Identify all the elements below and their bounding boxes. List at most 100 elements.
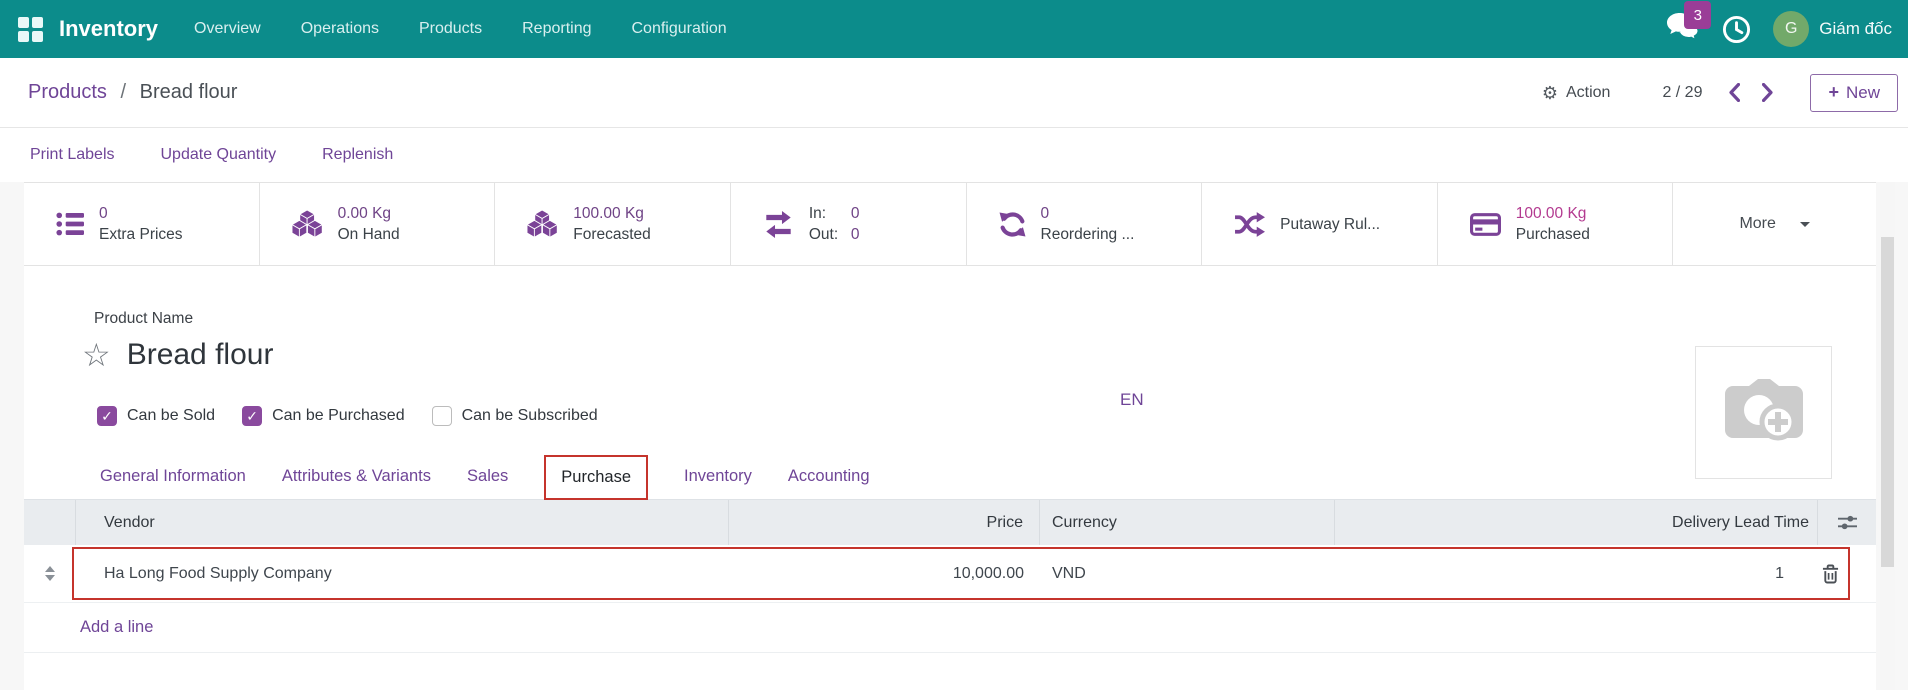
pager-count: 2 / 29	[1662, 84, 1702, 102]
header-currency[interactable]: Currency	[1040, 500, 1335, 545]
camera-plus-icon	[1720, 378, 1808, 448]
stat-on-hand[interactable]: 0.00 Kg On Hand	[260, 183, 496, 265]
cell-vendor[interactable]: Ha Long Food Supply Company	[76, 545, 729, 602]
content-area: 0 Extra Prices 0.00 Kg On Hand	[0, 182, 1908, 690]
header-vendor[interactable]: Vendor	[76, 500, 729, 545]
stat-putaway-rules[interactable]: Putaway Rul...	[1202, 183, 1438, 265]
control-panel: Products / Bread flour ⚙ Action 2 / 29 N…	[0, 58, 1908, 128]
checkbox-checked-icon	[242, 406, 262, 426]
shuffle-icon	[1234, 212, 1265, 237]
more-button[interactable]: More	[1673, 183, 1876, 265]
row-handle-cell	[24, 545, 76, 602]
topbar-menu: Overview Operations Products Reporting C…	[194, 20, 727, 38]
activities-button[interactable]	[1722, 15, 1751, 44]
tab-accounting[interactable]: Accounting	[788, 467, 870, 486]
menu-configuration[interactable]: Configuration	[632, 20, 727, 38]
checkbox-checked-icon	[97, 406, 117, 426]
vendor-table-row[interactable]: Ha Long Food Supply Company 10,000.00 VN…	[24, 545, 1876, 603]
scrollbar-thumb[interactable]	[1881, 237, 1894, 567]
exchange-arrows-icon	[763, 211, 794, 238]
breadcrumb-separator: /	[121, 81, 127, 103]
form-button-row: Print Labels Update Quantity Replenish	[0, 128, 1908, 182]
product-name-row: ☆ Bread flour	[82, 338, 1876, 372]
product-name-label: Product Name	[94, 310, 1876, 328]
refresh-icon	[999, 211, 1026, 238]
stat-purchased[interactable]: 100.00 Kg Purchased	[1438, 183, 1674, 265]
apps-grid-icon[interactable]	[18, 17, 43, 42]
breadcrumb-products-link[interactable]: Products	[28, 81, 107, 103]
favorite-star-icon[interactable]: ☆	[82, 339, 111, 371]
cubes-icon	[292, 210, 323, 238]
plus-icon	[1828, 83, 1846, 103]
update-quantity-button[interactable]: Update Quantity	[161, 146, 277, 164]
checkbox-can-be-subscribed[interactable]: Can be Subscribed	[432, 406, 598, 426]
new-button[interactable]: New	[1810, 74, 1898, 112]
chevron-left-icon[interactable]	[1728, 83, 1740, 102]
topbar-right: 3 G Giám đốc	[1666, 11, 1898, 47]
stat-forecasted[interactable]: 100.00 Kg Forecasted	[495, 183, 731, 265]
form-body: Product Name ☆ Bread flour EN Can be S	[24, 310, 1876, 653]
vendor-table-header: Vendor Price Currency Delivery Lead Time	[24, 500, 1876, 545]
tab-general-information[interactable]: General Information	[100, 467, 246, 486]
control-panel-right: ⚙ Action 2 / 29 New	[1542, 74, 1898, 112]
translation-language-tag[interactable]: EN	[1120, 390, 1144, 410]
stat-extra-prices[interactable]: 0 Extra Prices	[24, 183, 260, 265]
messages-count-badge: 3	[1684, 1, 1711, 29]
tab-attributes-variants[interactable]: Attributes & Variants	[282, 467, 431, 486]
notebook-tabs: General Information Attributes & Variant…	[24, 454, 1876, 500]
capability-checkboxes: Can be Sold Can be Purchased Can be Subs…	[97, 406, 1876, 426]
tab-inventory[interactable]: Inventory	[684, 467, 752, 486]
checkbox-can-be-sold[interactable]: Can be Sold	[97, 406, 215, 426]
pager	[1728, 83, 1774, 102]
product-name-value[interactable]: Bread flour	[127, 338, 274, 372]
cell-delivery-lead-time[interactable]: 1	[1335, 545, 1818, 602]
trash-icon	[1822, 564, 1839, 584]
drag-handle-icon[interactable]	[24, 566, 76, 581]
action-label: Action	[1566, 84, 1610, 102]
add-a-line-button[interactable]: Add a line	[80, 618, 153, 637]
avatar: G	[1773, 11, 1809, 47]
menu-operations[interactable]: Operations	[301, 20, 379, 38]
add-line-row: Add a line	[24, 603, 1876, 653]
header-price[interactable]: Price	[729, 500, 1040, 545]
cubes-icon	[527, 210, 558, 238]
action-menu-button[interactable]: ⚙ Action	[1542, 84, 1611, 102]
clock-icon	[1722, 15, 1751, 44]
replenish-button[interactable]: Replenish	[322, 146, 393, 164]
user-menu[interactable]: G Giám đốc	[1773, 11, 1892, 47]
scrollbar[interactable]	[1880, 182, 1895, 690]
user-name: Giám đốc	[1819, 19, 1892, 39]
checkbox-can-be-purchased[interactable]: Can be Purchased	[242, 406, 405, 426]
breadcrumb: Products / Bread flour	[28, 81, 237, 104]
stat-in-out[interactable]: In:0 Out:0	[731, 183, 967, 265]
cell-currency[interactable]: VND	[1040, 545, 1335, 602]
chevron-right-icon[interactable]	[1762, 83, 1774, 102]
header-delivery-lead-time[interactable]: Delivery Lead Time	[1335, 500, 1818, 545]
product-form-sheet: 0 Extra Prices 0.00 Kg On Hand	[24, 182, 1876, 690]
optional-columns-button[interactable]	[1818, 500, 1876, 545]
gear-icon: ⚙	[1542, 84, 1558, 102]
menu-overview[interactable]: Overview	[194, 20, 261, 38]
stat-button-bar: 0 Extra Prices 0.00 Kg On Hand	[24, 182, 1876, 266]
tab-purchase[interactable]: Purchase	[561, 468, 631, 487]
credit-card-icon	[1470, 213, 1501, 236]
sliders-icon	[1838, 514, 1857, 531]
messages-button[interactable]: 3	[1666, 12, 1700, 46]
caret-down-icon	[1800, 222, 1810, 227]
list-icon	[56, 212, 84, 236]
app-name[interactable]: Inventory	[59, 16, 158, 42]
vendor-table: Vendor Price Currency Delivery Lead Time	[24, 500, 1876, 653]
product-image-placeholder[interactable]	[1695, 346, 1832, 479]
header-handle-column	[24, 500, 76, 545]
menu-products[interactable]: Products	[419, 20, 482, 38]
breadcrumb-current: Bread flour	[140, 81, 238, 103]
menu-reporting[interactable]: Reporting	[522, 20, 591, 38]
topbar: Inventory Overview Operations Products R…	[0, 0, 1908, 58]
print-labels-button[interactable]: Print Labels	[30, 146, 115, 164]
cell-price[interactable]: 10,000.00	[729, 545, 1040, 602]
stat-reordering-rules[interactable]: 0 Reordering ...	[967, 183, 1203, 265]
tab-sales[interactable]: Sales	[467, 467, 508, 486]
purchase-tab-highlight: Purchase	[544, 455, 648, 500]
checkbox-unchecked-icon	[432, 406, 452, 426]
delete-row-button[interactable]	[1818, 545, 1876, 602]
